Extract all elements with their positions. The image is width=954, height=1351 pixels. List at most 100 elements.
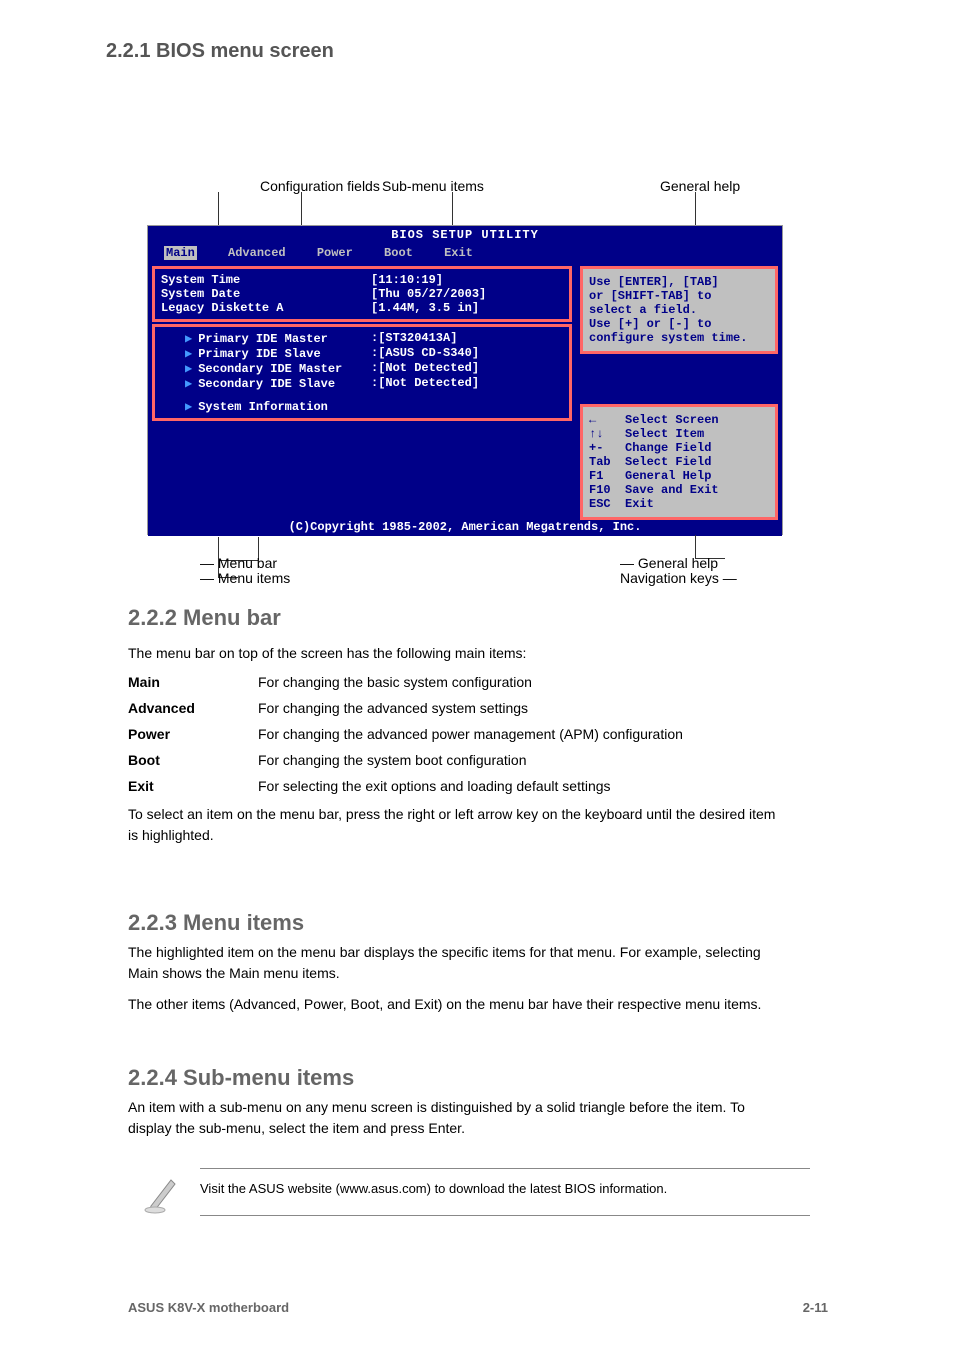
menubar-val: For changing the system boot configurati…	[258, 752, 788, 768]
nav-row: ESCExit	[589, 497, 769, 511]
tab-main[interactable]: Main	[164, 246, 197, 260]
bios-screenshot: BIOS SETUP UTILITY Main Advanced Power B…	[147, 225, 783, 535]
nav-key: ←	[589, 413, 625, 427]
menubar-row: ExitFor selecting the exit options and l…	[128, 778, 788, 794]
menubar-key: Main	[128, 674, 258, 690]
row-ide-pm[interactable]: ▶ Primary IDE Master :[ST320413A]	[161, 331, 563, 346]
submenu-icon: ▶	[185, 362, 192, 376]
bios-left-pane: System Time [11:10:19] System Date [Thu …	[148, 262, 576, 518]
note-icon	[130, 1168, 200, 1216]
nav-row: +-Change Field	[589, 441, 769, 455]
callout-menubar: — Menu bar	[200, 555, 277, 571]
row-system-date[interactable]: System Date [Thu 05/27/2003]	[161, 287, 563, 301]
tab-boot[interactable]: Boot	[384, 246, 413, 260]
callout-line	[452, 192, 453, 225]
callout-menubar-text: Menu bar	[218, 555, 277, 571]
menubar-row: BootFor changing the system boot configu…	[128, 752, 788, 768]
footer-right: 2-11	[803, 1300, 828, 1315]
nav-label: Change Field	[625, 441, 711, 455]
nav-key: Tab	[589, 455, 625, 469]
value-ide-pm: :[ST320413A]	[371, 331, 457, 346]
page-footer: ASUS K8V-X motherboard 2-11	[128, 1300, 828, 1315]
nav-row: ↑↓Select Item	[589, 427, 769, 441]
callout-line	[218, 192, 219, 225]
menubar-outro: To select an item on the menu bar, press…	[128, 804, 788, 846]
bios-menubar: Main Advanced Power Boot Exit	[148, 244, 782, 262]
note-box: Visit the ASUS website (www.asus.com) to…	[130, 1168, 810, 1216]
value-ide-sm: :[Not Detected]	[371, 361, 479, 376]
row-diskette[interactable]: Legacy Diskette A [1.44M, 3.5 in]	[161, 301, 563, 315]
menubar-key: Advanced	[128, 700, 258, 716]
nav-key: ↑↓	[589, 427, 625, 441]
bios-top-group: System Time [11:10:19] System Date [Thu …	[152, 266, 572, 322]
tab-advanced[interactable]: Advanced	[228, 246, 286, 260]
bios-title: BIOS SETUP UTILITY	[148, 226, 782, 244]
label-ide-ss: ▶Secondary IDE Slave	[161, 376, 371, 391]
nav-row: TabSelect Field	[589, 455, 769, 469]
value-system-time: [11:10:19]	[371, 273, 443, 287]
row-ide-sm[interactable]: ▶Secondary IDE Master :[Not Detected]	[161, 361, 563, 376]
menubar-heading: 2.2.2 Menu bar	[128, 605, 788, 631]
menubar-val: For changing the basic system configurat…	[258, 674, 788, 690]
callout-submenu: Sub-menu items	[382, 178, 484, 194]
value-system-date: [Thu 05/27/2003]	[371, 287, 486, 301]
row-sysinfo[interactable]: ▶ System Information	[161, 399, 563, 414]
help-l1: Use [ENTER], [TAB]	[589, 275, 769, 289]
pen-icon	[141, 1168, 189, 1216]
menuitems-p2: The other items (Advanced, Power, Boot, …	[128, 994, 788, 1015]
ide-pm-text: Primary IDE Master	[198, 332, 328, 346]
callout-navkeys: Navigation keys —	[620, 570, 737, 586]
nav-key: F1	[589, 469, 625, 483]
menuitems-section: 2.2.3 Menu items The highlighted item on…	[128, 910, 788, 1025]
submenu-icon: ▶	[185, 400, 192, 414]
callout-config-fields: Configuration fields	[260, 178, 380, 194]
bios-right-pane: Use [ENTER], [TAB] or [SHIFT-TAB] to sel…	[576, 262, 782, 518]
label-system-date: System Date	[161, 287, 371, 301]
label-system-time: System Time	[161, 273, 371, 287]
callout-navkeys-text: Navigation keys	[620, 570, 719, 586]
nav-label: Select Screen	[625, 413, 719, 427]
footer-left: ASUS K8V-X motherboard	[128, 1300, 289, 1315]
row-ide-ps[interactable]: ▶Primary IDE Slave :[ASUS CD-S340]	[161, 346, 563, 361]
bios-help-box: Use [ENTER], [TAB] or [SHIFT-TAB] to sel…	[580, 266, 778, 354]
nav-row: ←Select Screen	[589, 413, 769, 427]
submenu-icon: ▶	[185, 332, 192, 346]
submenu-section: 2.2.4 Sub-menu items An item with a sub-…	[128, 1065, 788, 1149]
nav-label: Exit	[625, 497, 654, 511]
menubar-section: 2.2.2 Menu bar The menu bar on top of th…	[128, 605, 788, 856]
sysinfo-text: System Information	[198, 400, 328, 414]
bios-nav-box: ←Select Screen ↑↓Select Item +-Change Fi…	[580, 404, 778, 520]
label-ide-sm: ▶Secondary IDE Master	[161, 361, 371, 376]
tab-power[interactable]: Power	[317, 246, 353, 260]
help-l2: or [SHIFT-TAB] to	[589, 289, 769, 303]
menubar-val: For changing the advanced power manageme…	[258, 726, 788, 742]
help-l6: configure system time.	[589, 331, 769, 345]
row-system-time[interactable]: System Time [11:10:19]	[161, 273, 563, 287]
nav-label: Select Field	[625, 455, 711, 469]
bios-ide-group: ▶ Primary IDE Master :[ST320413A] ▶Primar…	[152, 324, 572, 421]
menubar-val: For selecting the exit options and loadi…	[258, 778, 788, 794]
bios-copyright: (C)Copyright 1985-2002, American Megatre…	[148, 518, 782, 536]
callout-generalhelp: — General help	[620, 555, 718, 571]
submenu-icon: ▶	[185, 377, 192, 391]
menubar-row: AdvancedFor changing the advanced system…	[128, 700, 788, 716]
callout-menuitems: — Menu items	[200, 570, 290, 586]
nav-label: Select Item	[625, 427, 704, 441]
label-sysinfo: ▶ System Information	[161, 399, 371, 414]
label-diskette: Legacy Diskette A	[161, 301, 371, 315]
nav-key: ESC	[589, 497, 625, 511]
menubar-key: Boot	[128, 752, 258, 768]
menuitems-heading: 2.2.3 Menu items	[128, 910, 788, 936]
label-ide-ps: ▶Primary IDE Slave	[161, 346, 371, 361]
row-ide-ss[interactable]: ▶Secondary IDE Slave :[Not Detected]	[161, 376, 563, 391]
nav-row: F10Save and Exit	[589, 483, 769, 497]
nav-row: F1General Help	[589, 469, 769, 483]
note-text: Visit the ASUS website (www.asus.com) to…	[200, 1168, 810, 1216]
tab-exit[interactable]: Exit	[444, 246, 473, 260]
menubar-row: PowerFor changing the advanced power man…	[128, 726, 788, 742]
submenu-icon: ▶	[185, 347, 192, 361]
value-ide-ps: :[ASUS CD-S340]	[371, 346, 479, 361]
nav-label: Save and Exit	[625, 483, 719, 497]
value-diskette: [1.44M, 3.5 in]	[371, 301, 479, 315]
menubar-key: Exit	[128, 778, 258, 794]
